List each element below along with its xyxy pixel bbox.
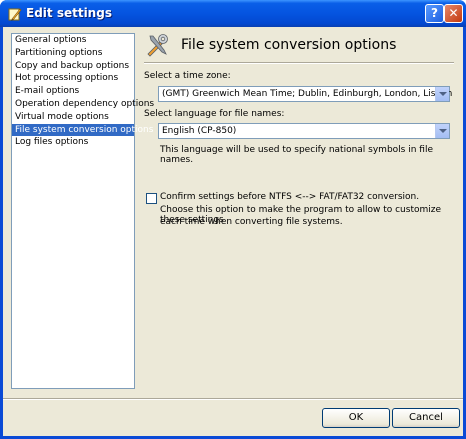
edit-pencil-icon — [8, 8, 22, 21]
language-label: Select language for file names: — [144, 109, 285, 119]
list-item-file-system-conversion-options[interactable]: File system conversion options — [12, 123, 153, 137]
list-item-log-files-options[interactable]: Log files options — [12, 136, 134, 149]
dialog-body: General options Partitioning options Cop… — [3, 27, 463, 436]
list-item-general-options[interactable]: General options — [12, 34, 134, 47]
page-title: File system conversion options — [181, 37, 397, 53]
window-title: Edit settings — [26, 6, 112, 20]
edit-settings-window: Edit settings ? ✕ General options Partit… — [0, 0, 466, 439]
chevron-down-icon[interactable] — [435, 124, 449, 138]
header-divider — [144, 62, 454, 64]
chevron-down-icon[interactable] — [435, 87, 449, 101]
help-button[interactable]: ? — [425, 4, 444, 23]
list-item-email-options[interactable]: E-mail options — [12, 85, 134, 98]
time-zone-label: Select a time zone: — [144, 71, 231, 81]
list-item-copy-backup-options[interactable]: Copy and backup options — [12, 60, 134, 73]
time-zone-value: (GMT) Greenwich Mean Time; Dublin, Edinb… — [162, 89, 453, 99]
time-zone-select[interactable]: (GMT) Greenwich Mean Time; Dublin, Edinb… — [158, 86, 453, 102]
ok-button[interactable]: OK — [322, 408, 390, 428]
list-item-hot-processing-options[interactable]: Hot processing options — [12, 72, 134, 85]
options-panel: File system conversion options Select a … — [144, 27, 463, 397]
tools-icon — [147, 34, 168, 57]
button-divider — [3, 398, 463, 400]
list-item-virtual-mode-options[interactable]: Virtual mode options — [12, 111, 134, 124]
cancel-button[interactable]: Cancel — [392, 408, 460, 428]
confirm-conversion-label[interactable]: Confirm settings before NTFS <--> FAT/FA… — [160, 192, 419, 202]
language-hint: This language will be used to specify na… — [160, 145, 433, 165]
confirm-conversion-checkbox[interactable] — [146, 193, 157, 204]
close-button[interactable]: ✕ — [444, 4, 463, 23]
list-item-operation-dependency-options[interactable]: Operation dependency options — [12, 98, 154, 111]
language-select[interactable]: English (CP-850) — [158, 123, 450, 139]
language-value: English (CP-850) — [162, 126, 237, 136]
confirm-hint-line2: each time when converting file systems. — [160, 217, 343, 227]
settings-category-list[interactable]: General options Partitioning options Cop… — [11, 33, 154, 389]
title-bar[interactable]: Edit settings ? ✕ — [0, 0, 466, 27]
list-item-partitioning-options[interactable]: Partitioning options — [12, 47, 134, 60]
